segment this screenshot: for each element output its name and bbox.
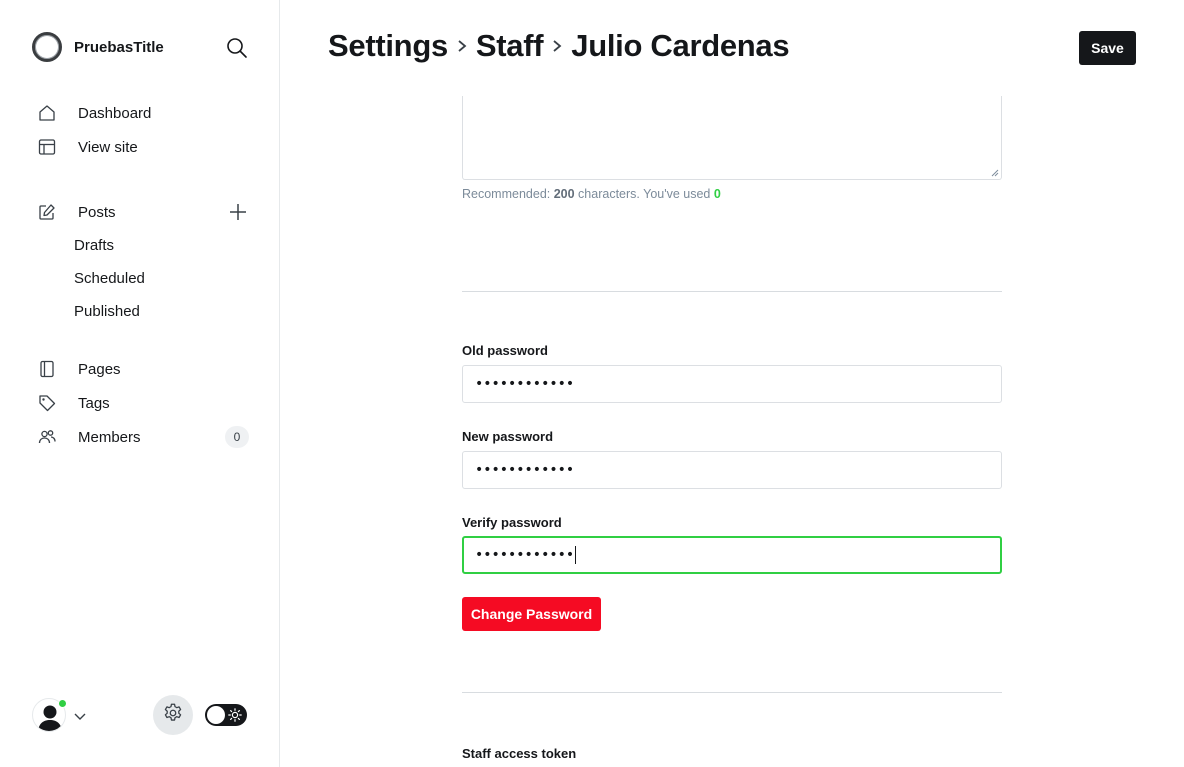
sidebar-item-label: Pages (78, 360, 121, 378)
chevron-right-icon (543, 39, 571, 53)
old-password-value: •••••••••••• (475, 376, 575, 392)
section-divider (462, 692, 1002, 693)
gear-icon (162, 702, 184, 729)
breadcrumb-settings[interactable]: Settings (328, 28, 448, 64)
change-password-button[interactable]: Change Password (462, 597, 601, 631)
sidebar-item-label: Dashboard (78, 104, 152, 122)
verify-password-value: •••••••••••• (475, 547, 575, 563)
sidebar-item-label: View site (78, 138, 138, 156)
old-password-label: Old password (462, 343, 548, 358)
chevron-right-icon (448, 39, 476, 53)
text-caret (575, 546, 577, 564)
layout-icon (38, 138, 56, 156)
members-icon (38, 428, 56, 446)
sidebar-item-label: Posts (78, 203, 116, 221)
site-logo-icon (32, 32, 62, 62)
sidebar: PruebasTitle Dashboard View site Posts D… (0, 0, 280, 767)
tag-icon (38, 394, 56, 412)
home-icon (38, 104, 56, 122)
sidebar-footer (32, 695, 252, 735)
main-content: Settings Staff Julio Cardenas Save Recom… (281, 0, 1184, 767)
new-password-value: •••••••••••• (475, 462, 575, 478)
sidebar-item-label: Members (78, 428, 141, 446)
hint-mid: characters. You've used (574, 187, 714, 201)
edit-icon (38, 203, 56, 221)
new-password-field[interactable]: •••••••••••• (462, 451, 1002, 489)
sidebar-item-published[interactable]: Published (32, 295, 262, 328)
resize-grip-icon[interactable] (991, 169, 999, 177)
old-password-field[interactable]: •••••••••••• (462, 365, 1002, 403)
hint-prefix: Recommended: (462, 187, 554, 201)
breadcrumb-staff[interactable]: Staff (476, 28, 544, 64)
chevron-down-icon[interactable] (74, 709, 86, 721)
search-icon[interactable] (226, 37, 248, 59)
dark-mode-toggle[interactable] (205, 704, 247, 726)
sidebar-item-label: Tags (78, 394, 110, 412)
sidebar-item-members[interactable]: Members 0 (32, 420, 262, 454)
sidebar-item-dashboard[interactable]: Dashboard (32, 96, 262, 130)
brand[interactable]: PruebasTitle (32, 32, 164, 62)
new-post-plus-icon[interactable] (228, 202, 248, 222)
breadcrumb: Settings Staff Julio Cardenas (328, 28, 790, 64)
verify-password-label: Verify password (462, 515, 562, 530)
sidebar-item-pages[interactable]: Pages (32, 352, 262, 386)
members-count-badge: 0 (225, 426, 249, 448)
hint-limit: 200 (553, 187, 575, 201)
new-password-label: New password (462, 429, 554, 444)
save-button[interactable]: Save (1079, 31, 1136, 65)
content-nav: Pages Tags Members 0 (32, 352, 262, 454)
posts-nav: Posts Drafts Scheduled Published (32, 195, 262, 328)
section-divider (462, 291, 1002, 292)
main-nav: Dashboard View site (32, 96, 262, 164)
sidebar-item-view-site[interactable]: View site (32, 130, 262, 164)
sidebar-item-scheduled[interactable]: Scheduled (32, 262, 262, 295)
bio-textarea[interactable] (462, 96, 1002, 180)
site-title: PruebasTitle (74, 38, 164, 56)
hint-used-count: 0 (713, 187, 721, 201)
verify-password-field[interactable]: •••••••••••• (462, 536, 1002, 574)
breadcrumb-user-name: Julio Cardenas (571, 28, 790, 63)
sidebar-item-posts[interactable]: Posts (32, 195, 262, 229)
sun-icon (228, 708, 242, 722)
staff-access-token-label: Staff access token (462, 746, 577, 761)
toggle-knob (207, 706, 225, 724)
online-status-dot (58, 699, 67, 708)
sidebar-item-tags[interactable]: Tags (32, 386, 262, 420)
page-icon (38, 360, 56, 378)
sidebar-item-drafts[interactable]: Drafts (32, 229, 262, 262)
bio-character-hint: Recommended: 200 characters. You've used… (462, 187, 721, 201)
settings-gear-button[interactable] (153, 695, 193, 735)
